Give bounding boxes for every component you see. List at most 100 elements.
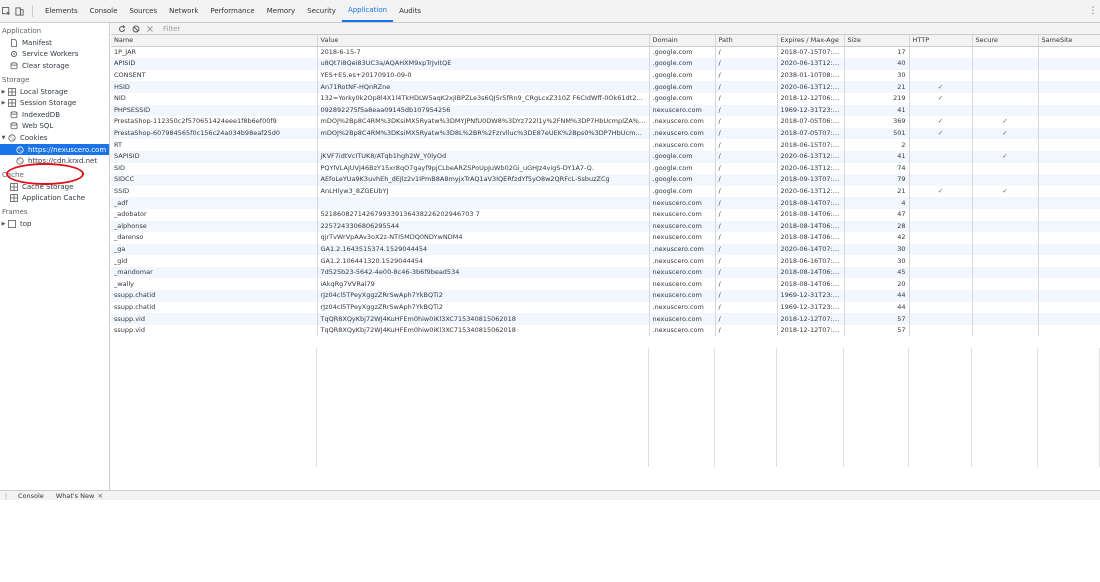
table-row[interactable]: _adf nexuscero.com/2018-08-14T07:2... 4 <box>111 197 1100 209</box>
expand-arrow-icon[interactable]: ▶ <box>0 89 7 95</box>
column-header-domain[interactable]: Domain <box>649 35 716 48</box>
cell-name: SID <box>111 162 318 175</box>
table-row[interactable]: _mandomar 7d525b23-5642-4e00-8c46-3b6f9be… <box>111 266 1100 279</box>
collapse-arrow-icon[interactable]: ▼ <box>0 135 7 141</box>
table-row[interactable]: ssupp.chatid rJz04cl5TPeyXggzZRrSwAph7YkB… <box>111 290 1100 302</box>
more-options-icon[interactable]: ⋮ <box>1086 0 1100 22</box>
column-header-value[interactable]: Value <box>317 35 650 48</box>
cell-http <box>909 104 973 117</box>
table-row[interactable]: _gid GA1.2.106441320.1529044454 .nexuscero… <box>111 255 1100 267</box>
table-row[interactable]: _darenso qjrTvWrVpAAv3oX2z-NTI5MDQ0NDYwND… <box>111 232 1100 244</box>
cell-samesite <box>1038 174 1100 186</box>
sidebar-item-label: https://nexuscero.com <box>28 145 107 154</box>
cell-samesite <box>1038 243 1100 256</box>
table-row[interactable]: _ga GA1.2.1643515374.1529044454 .nexuscero… <box>111 243 1100 256</box>
cell-name: SAPISID <box>111 150 318 163</box>
close-icon[interactable]: × <box>97 492 103 500</box>
drawer-tab-whats-new[interactable]: What's New × <box>50 492 109 500</box>
table-row[interactable]: _wally iAkqRg7VVRal79 nexuscero.com/2018-0… <box>111 278 1100 291</box>
cell-value <box>317 139 650 151</box>
sidebar-item-application-cache[interactable]: Application Cache <box>0 193 109 205</box>
expand-arrow-icon[interactable]: ▶ <box>0 100 7 106</box>
table-row[interactable]: NID 132=Yorky0k2Op8l4X1l4TkHDLW5aqK2xjIBP… <box>111 92 1100 105</box>
refresh-icon[interactable] <box>115 24 129 33</box>
tab-memory[interactable]: Memory <box>261 0 301 22</box>
cell-path: / <box>715 162 778 175</box>
cell-samesite <box>1038 313 1100 325</box>
table-row[interactable]: _adobator 5218608271426799339136438226202… <box>111 208 1100 221</box>
table-row[interactable]: ssupp.chatid rJz04cl5TPeyXggzZRrSwAph7YkB… <box>111 301 1100 314</box>
table-row[interactable]: RT .nexuscero.com/2018-06-15T07:3... 2 <box>111 139 1100 151</box>
inspect-element-icon[interactable] <box>0 0 13 22</box>
sidebar-item-manifest[interactable]: Manifest <box>0 37 109 49</box>
grid-icon <box>9 194 19 203</box>
cell-name: _wally <box>111 278 318 291</box>
sidebar-item-cookies[interactable]: ▼ Cookies <box>0 132 109 144</box>
column-header-path[interactable]: Path <box>715 35 778 48</box>
sidebar-item-cache-storage[interactable]: Cache Storage <box>0 181 109 193</box>
sidebar-item-cookie-origin-nexuscero[interactable]: https://nexuscero.com <box>0 143 109 156</box>
column-header-secure[interactable]: Secure <box>972 35 1039 48</box>
sidebar-item-indexeddb[interactable]: IndexedDB <box>0 109 109 121</box>
table-row[interactable]: SAPISID jKVF7idtVcITUK8/ATqb1hgh2W_Y0lyOd… <box>111 150 1100 163</box>
table-row[interactable]: SSID AnLHlyw3_8ZGEUbYJ .google.com/2020-06… <box>111 185 1100 198</box>
table-row[interactable]: PrestaShop-607984565f0c156c24a034b98eaf2… <box>111 127 1100 140</box>
sidebar-item-service-workers[interactable]: Service Workers <box>0 49 109 61</box>
column-header-name[interactable]: Name <box>111 35 318 48</box>
cell-domain: .google.com <box>649 92 716 105</box>
cell-size: 21 <box>844 185 910 198</box>
cell-http <box>909 174 973 186</box>
tab-performance[interactable]: Performance <box>204 0 260 22</box>
cell-secure <box>972 208 1039 221</box>
cell-path: / <box>715 116 778 128</box>
tab-elements[interactable]: Elements <box>39 0 84 22</box>
tab-console[interactable]: Console <box>84 0 124 22</box>
sidebar-item-session-storage[interactable]: ▶ Session Storage <box>0 97 109 109</box>
cell-http <box>909 243 973 256</box>
drawer-menu-icon[interactable]: ⋮ <box>0 492 12 500</box>
table-row[interactable]: _alphonse 2257243306806295544 nexuscero.co… <box>111 220 1100 233</box>
table-row[interactable]: ssupp.vid TqQR8XQyKbj72WJ4KuHFEm0hiw0iKl3… <box>111 313 1100 325</box>
tab-network[interactable]: Network <box>163 0 204 22</box>
filter-input[interactable] <box>163 23 363 34</box>
table-row[interactable]: 1P_JAR 2018-6-15-7 .google.com/2018-07-15T… <box>111 46 1100 59</box>
sidebar-item-clear-storage[interactable]: Clear storage <box>0 60 109 72</box>
cookie-icon <box>15 145 25 154</box>
column-header-size[interactable]: Size <box>844 35 910 48</box>
table-row[interactable]: PHPSESSID 092892275f5a8eaa09145db10795425… <box>111 104 1100 117</box>
cell-name: _gid <box>111 255 318 267</box>
delete-selected-icon[interactable] <box>143 25 157 33</box>
table-row[interactable]: APISID u8Qt7i8Qei83UC3a/AQAHXM9xpTrJvItQE… <box>111 58 1100 70</box>
sidebar-heading-frames: Frames <box>2 208 28 217</box>
tab-security[interactable]: Security <box>301 0 342 22</box>
cell-path: / <box>715 150 778 163</box>
clear-all-icon[interactable] <box>129 25 143 33</box>
table-row[interactable]: ssupp.vid TqQR8XQyKbj72WJ4KuHFEm0hiw0iKl3… <box>111 324 1100 337</box>
cell-samesite <box>1038 46 1100 59</box>
cell-path: / <box>715 46 778 59</box>
column-header-samesite[interactable]: SameSite <box>1038 35 1100 48</box>
cell-samesite <box>1038 116 1100 128</box>
table-row[interactable]: SID PQYlVLAjUVJ46BzY15xr8qO7gayf9pjCLbeAR… <box>111 162 1100 175</box>
expand-arrow-icon[interactable]: ▶ <box>0 221 7 227</box>
sidebar-item-label: Cache Storage <box>22 182 74 191</box>
device-toolbar-icon[interactable] <box>13 0 26 22</box>
table-row[interactable]: PrestaShop-112350c2f570651424eee1f8b6ef0… <box>111 116 1100 128</box>
sidebar-item-local-storage[interactable]: ▶ Local Storage <box>0 86 109 98</box>
cell-size: 44 <box>844 290 910 302</box>
table-row[interactable]: SIDCC AEfoLeYUa9K3uvhEh_dEJlz2v1IPmB8A8my… <box>111 174 1100 186</box>
drawer-tab-console[interactable]: Console <box>12 492 50 500</box>
cell-path: / <box>715 197 778 209</box>
sidebar-item-frame-top[interactable]: ▶ top <box>0 218 109 230</box>
sidebar-item-cookie-origin-krxd[interactable]: https://cdn.krxd.net <box>0 155 109 167</box>
sidebar-item-web-sql[interactable]: Web SQL <box>0 121 109 133</box>
sidebar-item-label: https://cdn.krxd.net <box>28 157 98 166</box>
table-row[interactable]: HSID An71RotNF-HQnRZne .google.com/2020-06… <box>111 81 1100 93</box>
tab-sources[interactable]: Sources <box>123 0 163 22</box>
cell-http: ✓ <box>909 92 973 105</box>
column-header-http[interactable]: HTTP <box>909 35 973 48</box>
table-row[interactable]: CONSENT YES+ES.es+20170910-09-0 .google.co… <box>111 69 1100 82</box>
column-header-expires[interactable]: Expires / Max-Age <box>777 35 845 48</box>
tab-application[interactable]: Application <box>341 0 394 22</box>
tab-audits[interactable]: Audits <box>393 0 427 22</box>
